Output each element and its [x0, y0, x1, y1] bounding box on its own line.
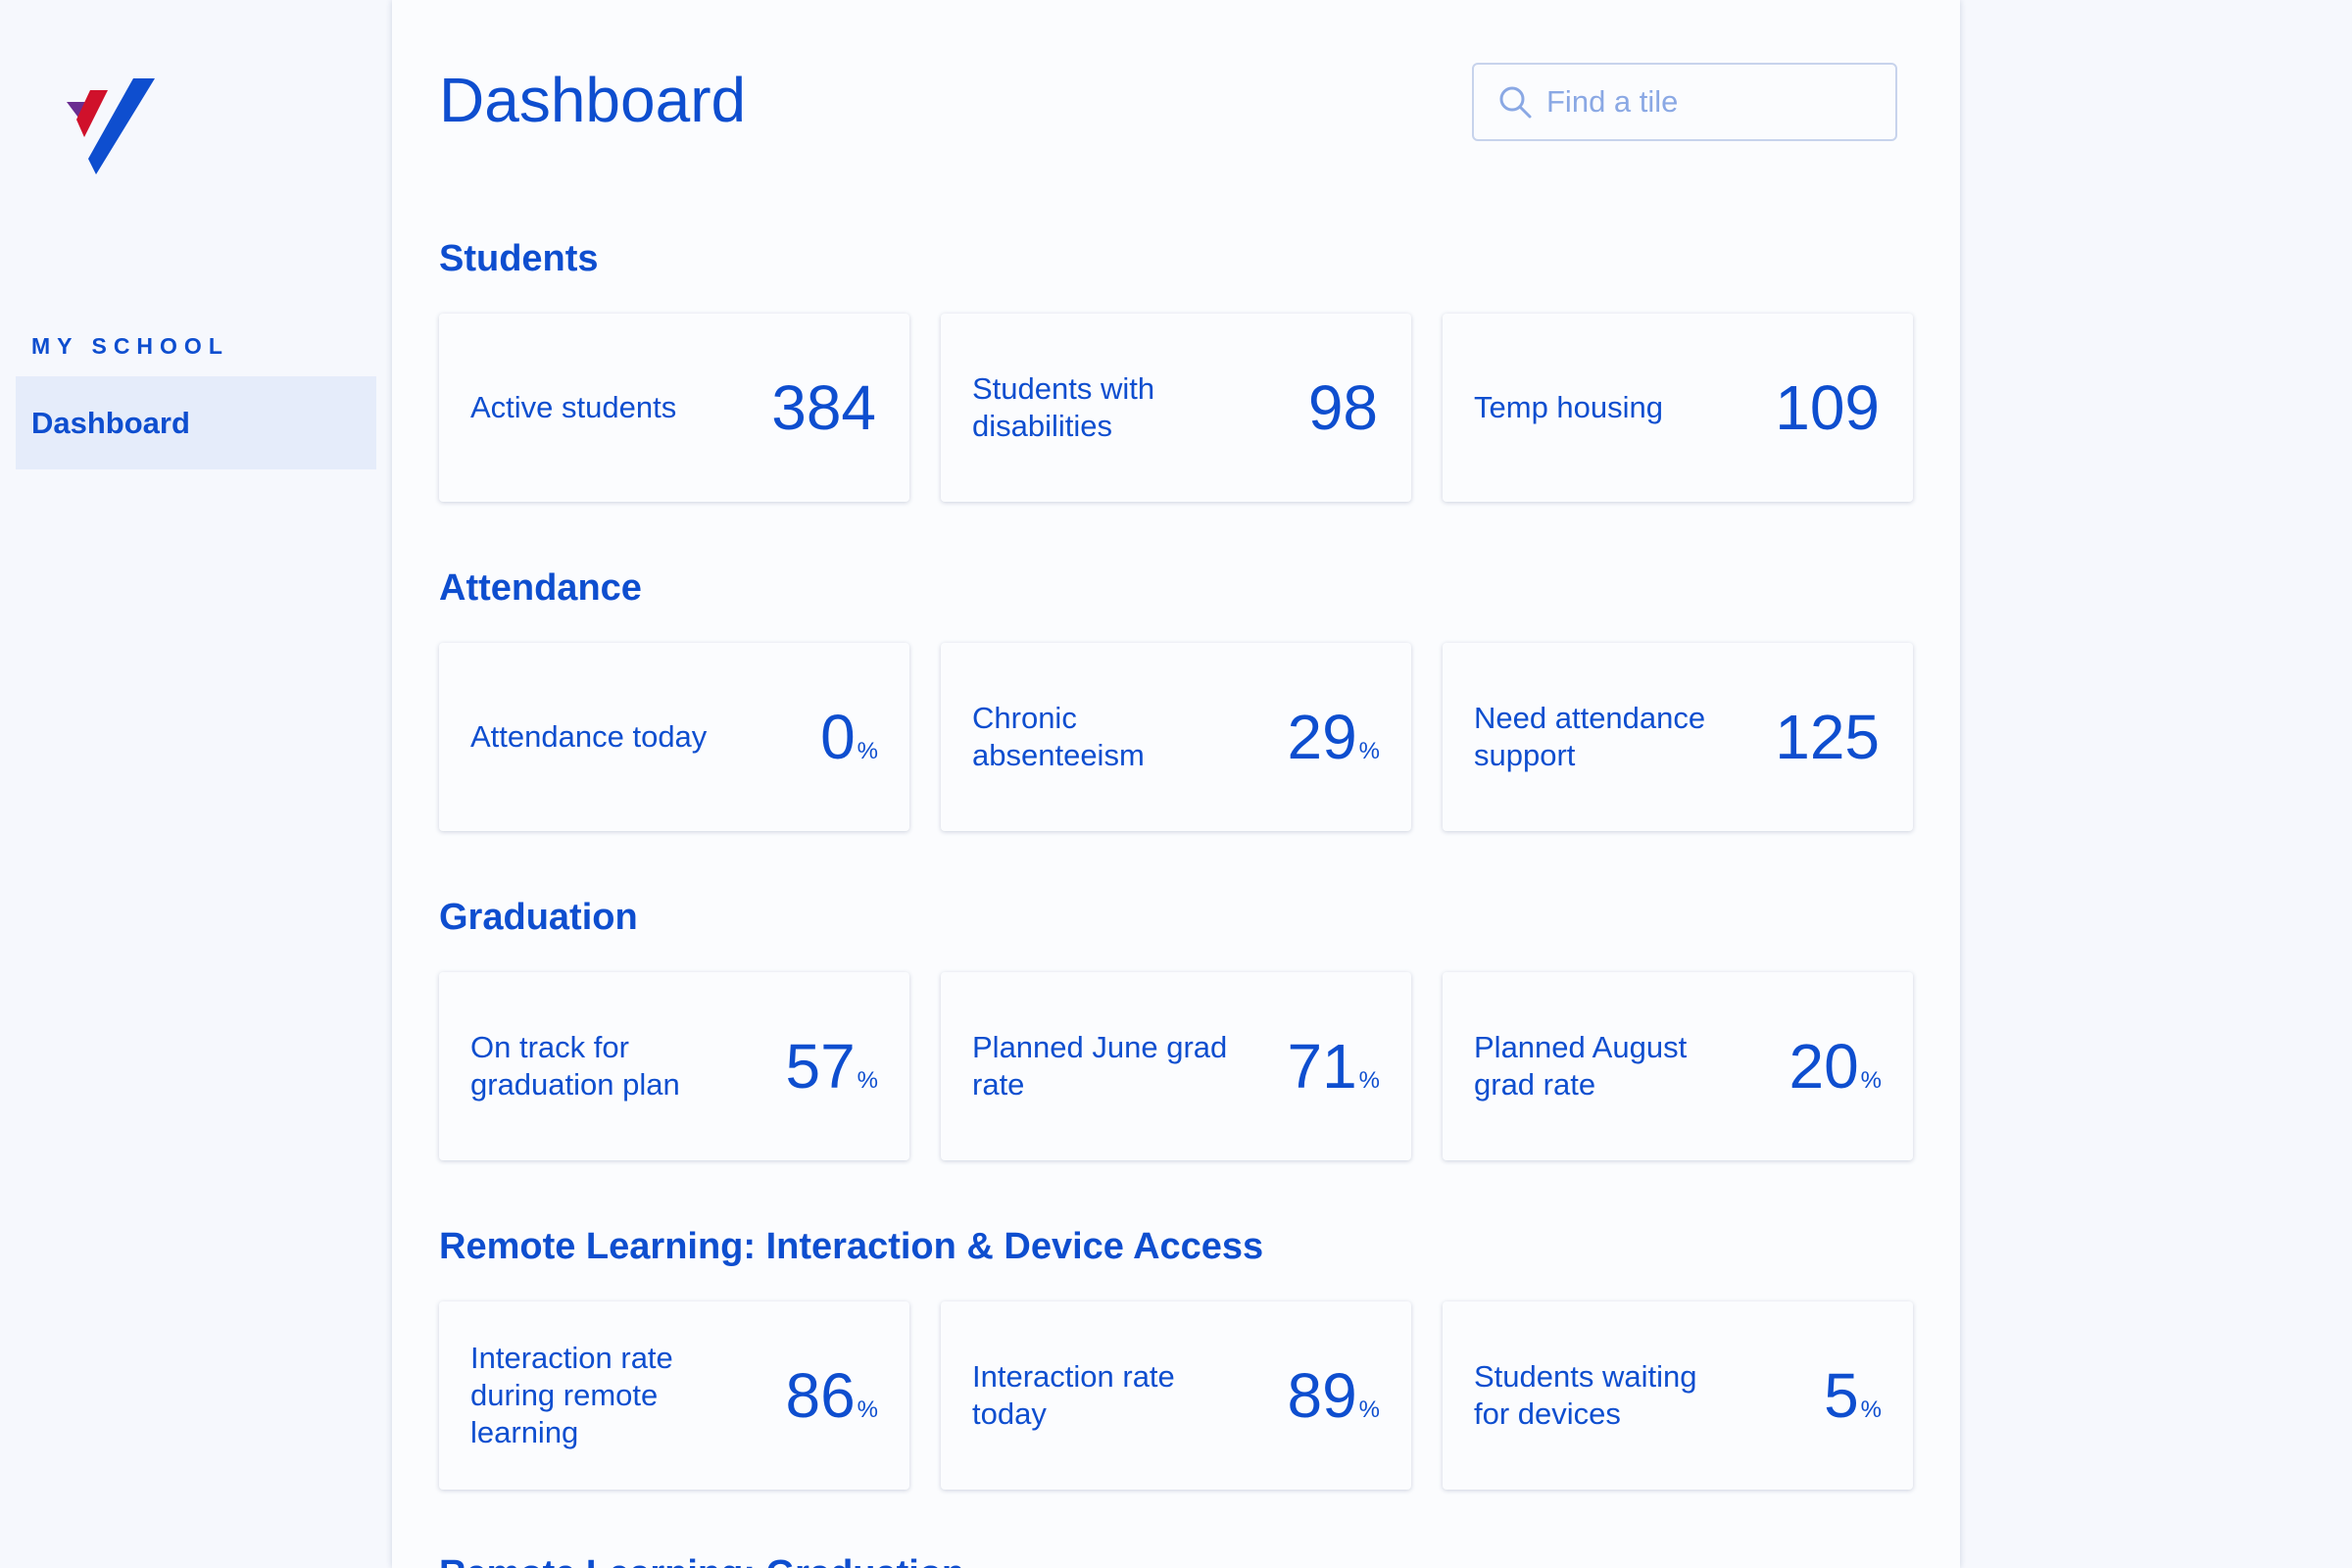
tile-students-waiting-devices[interactable]: Students waiting for devices 5%: [1443, 1301, 1913, 1490]
tile-active-students[interactable]: Active students 384: [439, 314, 909, 502]
tile-need-attendance-support[interactable]: Need attendance support 125: [1443, 643, 1913, 831]
tile-value: 109: [1775, 376, 1882, 439]
tile-planned-august-grad-rate[interactable]: Planned August grad rate 20%: [1443, 972, 1913, 1160]
tile-number: 86: [785, 1360, 856, 1431]
tile-value: 125: [1775, 706, 1882, 768]
tile-value: 71%: [1287, 1035, 1380, 1098]
search-icon: [1495, 82, 1535, 122]
tile-interaction-rate-today[interactable]: Interaction rate today 89%: [941, 1301, 1411, 1490]
tile-label: Students with disabilities: [972, 371, 1155, 443]
tile-label: Interaction rate during remote learning: [470, 1341, 673, 1449]
section-title-graduation: Graduation: [439, 897, 638, 938]
tile-unit: %: [1358, 1067, 1380, 1094]
tile-value: 29%: [1287, 706, 1380, 768]
app-logo: [67, 78, 155, 174]
tile-row-students: Active students 384 Students with disabi…: [439, 314, 1914, 502]
section-title-remote-learning-graduation: Remote Learning: Graduation: [439, 1550, 964, 1568]
search-input[interactable]: [1546, 84, 1870, 120]
tile-unit: %: [857, 1396, 878, 1423]
tile-row-remote-learning: Interaction rate during remote learning …: [439, 1301, 1914, 1490]
tile-unit: %: [1358, 1396, 1380, 1423]
tile-label: Interaction rate today: [972, 1359, 1175, 1431]
tile-row-graduation: On track for graduation plan 57% Planned…: [439, 972, 1914, 1160]
sidebar-item-dashboard[interactable]: Dashboard: [16, 376, 376, 469]
tile-unit: %: [857, 738, 878, 764]
tile-number: 71: [1287, 1031, 1357, 1102]
tile-value: 20%: [1788, 1035, 1882, 1098]
section-title-students: Students: [439, 238, 599, 279]
sidebar-section-label: MY SCHOOL: [31, 333, 229, 359]
tile-unit: %: [1860, 1067, 1882, 1094]
logo-stripe-red: [76, 90, 108, 137]
app-root: MY SCHOOL Dashboard Dashboard Students A…: [0, 0, 2352, 1568]
tile-unit: %: [1860, 1396, 1882, 1423]
tile-number: 89: [1287, 1360, 1357, 1431]
tile-number: 384: [771, 372, 876, 443]
tile-label: Planned August grad rate: [1474, 1030, 1688, 1102]
tile-attendance-today[interactable]: Attendance today 0%: [439, 643, 909, 831]
tile-number: 20: [1788, 1031, 1859, 1102]
tile-value: 57%: [785, 1035, 878, 1098]
tile-label: Planned June grad rate: [972, 1030, 1228, 1102]
main-panel: Dashboard Students Active students 384 S…: [392, 0, 1960, 1568]
tile-value: 89%: [1287, 1364, 1380, 1427]
section-title-remote-learning-interaction: Remote Learning: Interaction & Device Ac…: [439, 1226, 1264, 1267]
tile-unit: %: [1358, 738, 1380, 764]
search-box[interactable]: [1472, 63, 1897, 141]
tile-planned-june-grad-rate[interactable]: Planned June grad rate 71%: [941, 972, 1411, 1160]
tile-label: Chronic absenteeism: [972, 701, 1145, 772]
tile-students-with-disabilities[interactable]: Students with disabilities 98: [941, 314, 1411, 502]
page-title: Dashboard: [439, 65, 747, 135]
tile-row-attendance: Attendance today 0% Chronic absenteeism …: [439, 643, 1914, 831]
tile-number: 5: [1824, 1360, 1859, 1431]
tile-number: 98: [1307, 372, 1378, 443]
tile-unit: %: [857, 1067, 878, 1094]
sidebar-item-label: Dashboard: [31, 405, 190, 440]
tile-temp-housing[interactable]: Temp housing 109: [1443, 314, 1913, 502]
tile-label: Students waiting for devices: [1474, 1359, 1697, 1431]
tile-number: 125: [1775, 702, 1880, 772]
tile-interaction-rate-remote[interactable]: Interaction rate during remote learning …: [439, 1301, 909, 1490]
tile-value: 384: [771, 376, 878, 439]
tile-label: Temp housing: [1474, 390, 1664, 424]
tile-number: 0: [820, 702, 856, 772]
tile-number: 29: [1287, 702, 1357, 772]
tile-chronic-absenteeism[interactable]: Chronic absenteeism 29%: [941, 643, 1411, 831]
tile-value: 5%: [1824, 1364, 1882, 1427]
tile-number: 109: [1775, 372, 1880, 443]
tile-label: Attendance today: [470, 719, 708, 754]
tile-value: 0%: [820, 706, 878, 768]
tile-value: 98: [1308, 376, 1380, 439]
tile-number: 57: [785, 1031, 856, 1102]
sidebar: MY SCHOOL Dashboard: [0, 0, 391, 1568]
tile-on-track-graduation[interactable]: On track for graduation plan 57%: [439, 972, 909, 1160]
tile-label: On track for graduation plan: [470, 1030, 680, 1102]
tile-value: 86%: [785, 1364, 878, 1427]
tile-label: Need attendance support: [1474, 701, 1706, 772]
section-title-attendance: Attendance: [439, 567, 642, 609]
tile-label: Active students: [470, 390, 677, 424]
